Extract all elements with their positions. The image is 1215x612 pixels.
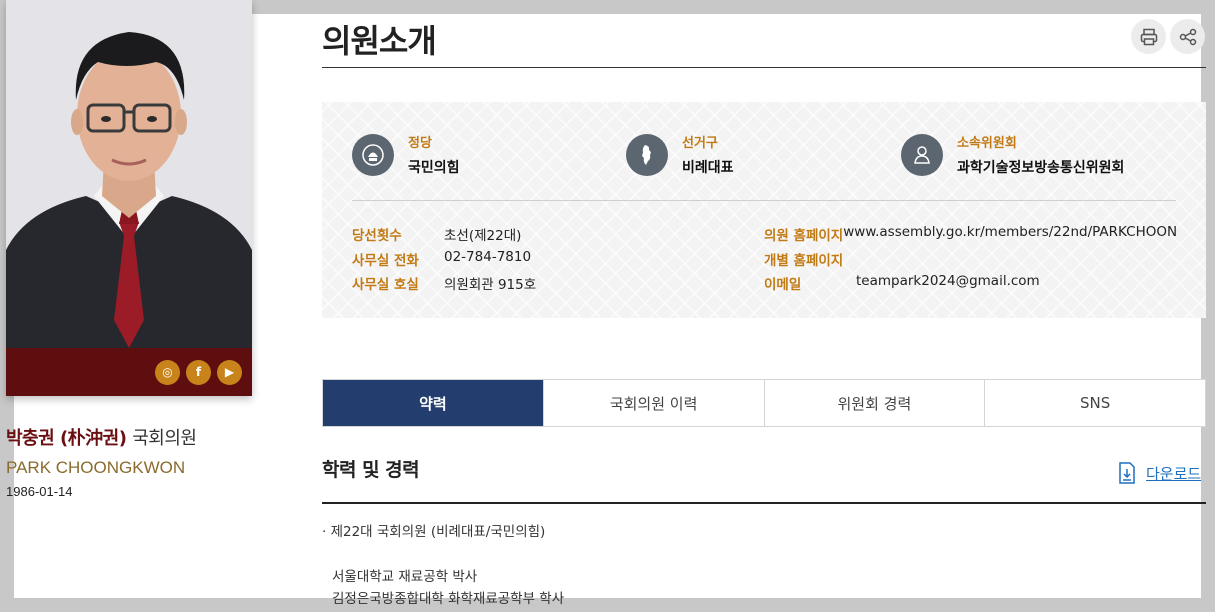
phone-label: 사무실 전화 [352, 253, 419, 269]
tab-committee-career[interactable]: 위원회 경력 [764, 380, 986, 426]
room-label: 사무실 호실 [352, 277, 419, 293]
committee-label: 소속위원회 [957, 136, 1017, 151]
email-label: 이메일 [764, 277, 802, 293]
facebook-icon[interactable]: f [186, 359, 211, 385]
room-value: 의원회관 915호 [444, 277, 537, 293]
section-divider [322, 502, 1206, 504]
title-divider [322, 67, 1206, 68]
print-icon [1140, 28, 1157, 45]
member-name-en: PARK CHOONGKWON [6, 458, 186, 477]
person-icon [901, 133, 943, 176]
party-value: 국민의힘 [408, 160, 460, 176]
share-icon [1179, 28, 1196, 45]
homepage-label: 의원 홈페이지 [764, 228, 844, 244]
member-name: 박충권 (朴沖권) 국회의원 [6, 424, 197, 450]
party-label: 정당 [408, 136, 432, 151]
profile-card: ◎ f ▶ [6, 0, 252, 396]
profile-photo [6, 0, 252, 348]
tab-sns[interactable]: SNS [985, 380, 1205, 426]
career-current: · 제22대 국회의원 (비례대표/국민의힘) [322, 524, 546, 540]
personal-homepage-row: 개별 홈페이지 [764, 249, 856, 269]
profile-tabs: 약력 국회의원 이력 위원회 경력 SNS [322, 379, 1206, 427]
party-stat: 정당 국민의힘 [352, 132, 460, 177]
member-title: 국회의원 [132, 428, 197, 449]
phone-row: 사무실 전화 02-784-7810 [352, 249, 531, 269]
personal-homepage-label: 개별 홈페이지 [764, 253, 844, 269]
committee-value: 과학기술정보방송통신위원회 [957, 160, 1125, 176]
district-value: 비례대표 [682, 160, 734, 176]
print-button[interactable] [1131, 19, 1166, 54]
room-row: 사무실 호실 의원회관 915호 [352, 273, 536, 293]
portrait-image [6, 0, 252, 348]
page-title: 의원소개 [322, 22, 437, 60]
career-item: 김정은국방종합대학 화학재료공학부 학사 [332, 591, 565, 607]
download-label: 다운로드 [1146, 464, 1202, 483]
email-link[interactable]: teampark2024@gmail.com [856, 273, 1040, 293]
homepage-link[interactable]: www.assembly.go.kr/members/22nd/PARKCHOO… [843, 224, 1178, 244]
youtube-icon[interactable]: ▶ [217, 359, 242, 385]
terms-row: 당선횟수 초선(제22대) [352, 224, 521, 244]
share-button[interactable] [1170, 19, 1205, 54]
member-name-ko: 박충권 (朴沖권) [6, 428, 127, 449]
party-emblem-icon [352, 133, 394, 176]
map-icon [626, 133, 668, 176]
download-button[interactable]: 다운로드 [1118, 462, 1201, 484]
career-item: 서울대학교 재료공학 박사 [332, 569, 478, 585]
email-row: 이메일 teampark2024@gmail.com [764, 273, 1040, 293]
terms-value: 초선(제22대) [444, 228, 522, 244]
committee-stat: 소속위원회 과학기술정보방송통신위원회 [901, 132, 1124, 177]
terms-label: 당선횟수 [352, 228, 402, 244]
district-stat: 선거구 비례대표 [626, 132, 734, 177]
tab-assembly-history[interactable]: 국회의원 이력 [543, 380, 765, 426]
tab-biography[interactable]: 약력 [323, 380, 544, 426]
member-info-box: 정당 국민의힘 선거구 비례대표 소속위원회 과학기술정보방송통신위원회 당선횟… [322, 102, 1206, 318]
social-bar: ◎ f ▶ [6, 348, 252, 396]
district-label: 선거구 [682, 136, 718, 151]
download-file-icon [1119, 462, 1135, 484]
phone-value: 02-784-7810 [444, 249, 532, 265]
info-divider [352, 200, 1176, 201]
homepage-row: 의원 홈페이지 www.assembly.go.kr/members/22nd/… [764, 224, 1178, 244]
section-title: 학력 및 경력 [322, 459, 420, 481]
instagram-icon[interactable]: ◎ [155, 359, 180, 385]
member-birthdate: 1986-01-14 [6, 484, 73, 499]
